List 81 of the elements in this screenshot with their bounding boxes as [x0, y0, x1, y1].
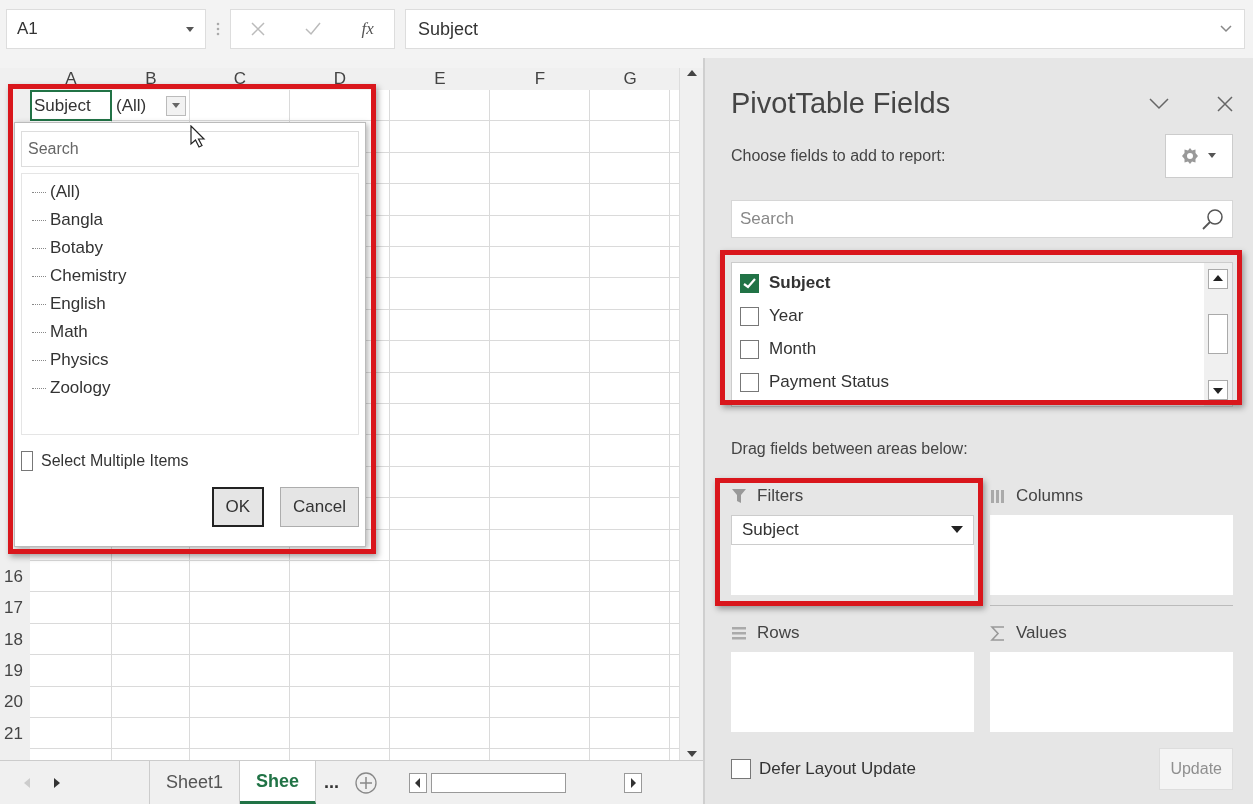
rows-icon — [731, 624, 747, 641]
filter-item[interactable]: Botaby — [50, 235, 103, 261]
field-name[interactable]: Year — [769, 303, 804, 329]
caret-icon — [951, 526, 963, 533]
checkbox[interactable] — [21, 451, 33, 471]
filter-icon — [731, 487, 747, 504]
columns-icon — [990, 487, 1006, 504]
expand-icon[interactable] — [1220, 25, 1232, 33]
checkbox[interactable] — [740, 306, 759, 326]
sheet-tab[interactable]: Shee — [240, 761, 317, 804]
scroll-up-icon[interactable] — [686, 70, 697, 77]
scroll-right-icon[interactable] — [624, 772, 643, 793]
caret-icon — [185, 25, 195, 33]
gear-icon — [1181, 146, 1199, 165]
area-label: Columns — [1016, 484, 1084, 507]
close-icon[interactable] — [1217, 95, 1233, 112]
filter-item[interactable]: Physics — [50, 347, 109, 373]
sigma-icon — [990, 624, 1006, 641]
filter-item[interactable]: English — [50, 291, 106, 317]
row-header[interactable]: 16 — [0, 560, 30, 593]
table-cell[interactable]: (All) — [116, 92, 147, 119]
filter-item[interactable]: Bangla — [50, 207, 103, 233]
scroll-down-icon[interactable] — [1208, 379, 1228, 400]
area-label: Rows — [757, 621, 800, 644]
add-sheet-icon[interactable] — [355, 771, 378, 794]
collapse-icon[interactable] — [1149, 97, 1169, 110]
column-header[interactable]: A — [30, 68, 112, 90]
checkbox[interactable] — [740, 372, 759, 392]
filter-dropdown-button[interactable] — [166, 95, 186, 116]
field-name[interactable]: Month — [769, 336, 817, 362]
column-header[interactable]: D — [290, 68, 390, 90]
search-field[interactable]: Search — [731, 199, 1233, 238]
formula-field[interactable]: Subject — [405, 9, 1245, 49]
scroll-up-icon[interactable] — [1208, 268, 1228, 289]
more-sheets-button[interactable]: ... — [316, 761, 348, 804]
row-header[interactable]: 21 — [0, 717, 30, 750]
checkbox[interactable] — [740, 339, 759, 359]
field-name[interactable]: Subject — [769, 270, 831, 296]
row-header[interactable]: 20 — [0, 686, 30, 718]
cancel-button[interactable]: Cancel — [280, 487, 359, 527]
search-icon[interactable] — [1202, 207, 1224, 230]
column-header[interactable]: E — [390, 68, 490, 90]
pointer-icon — [190, 125, 206, 149]
row-header[interactable]: 17 — [0, 592, 30, 624]
checkbox-label: Defer Layout Update — [759, 758, 916, 781]
insert-function-button[interactable]: fx — [361, 16, 374, 42]
drag-handle-icon — [216, 21, 220, 37]
checkbox[interactable] — [731, 759, 751, 779]
column-header[interactable]: B — [112, 68, 190, 90]
filter-item[interactable]: Chemistry — [50, 263, 127, 289]
caret-icon — [1207, 152, 1217, 159]
caret-icon — [172, 102, 180, 109]
row-header[interactable]: 18 — [0, 623, 30, 656]
name-box[interactable]: A1 — [6, 9, 206, 49]
row-header[interactable]: 19 — [0, 655, 30, 687]
panel-title: PivotTable Fields — [731, 86, 951, 121]
next-sheet-icon[interactable] — [54, 777, 60, 788]
search-field[interactable]: Search — [21, 131, 359, 167]
filter-item[interactable]: (All) — [50, 179, 81, 205]
area-label: Values — [1016, 621, 1067, 644]
scroll-thumb[interactable] — [1208, 314, 1228, 354]
table-cell[interactable]: Subject — [30, 90, 112, 122]
area-label: Filters — [757, 484, 804, 507]
panel-subtitle: Choose fields to add to report: — [731, 145, 946, 166]
scroll-thumb[interactable] — [431, 772, 567, 793]
drop-area[interactable]: Subject — [731, 514, 974, 595]
filter-item[interactable]: Zoology — [50, 375, 111, 401]
check-icon[interactable] — [305, 22, 322, 36]
areas-caption: Drag fields between areas below: — [731, 438, 969, 459]
checkbox[interactable] — [740, 273, 759, 293]
checkbox-label: Select Multiple Items — [41, 451, 189, 471]
filter-item[interactable]: Math — [50, 319, 88, 345]
ok-button[interactable]: OK — [211, 487, 265, 527]
column-header[interactable]: G — [590, 68, 670, 90]
scroll-down-icon[interactable] — [686, 751, 697, 758]
settings-button[interactable] — [1165, 133, 1233, 178]
column-header[interactable]: C — [190, 68, 290, 90]
scroll-left-icon[interactable] — [409, 772, 428, 793]
field-chip[interactable]: Subject — [731, 514, 974, 545]
column-header[interactable]: F — [490, 68, 590, 90]
field-name[interactable]: Payment Status — [769, 369, 889, 395]
